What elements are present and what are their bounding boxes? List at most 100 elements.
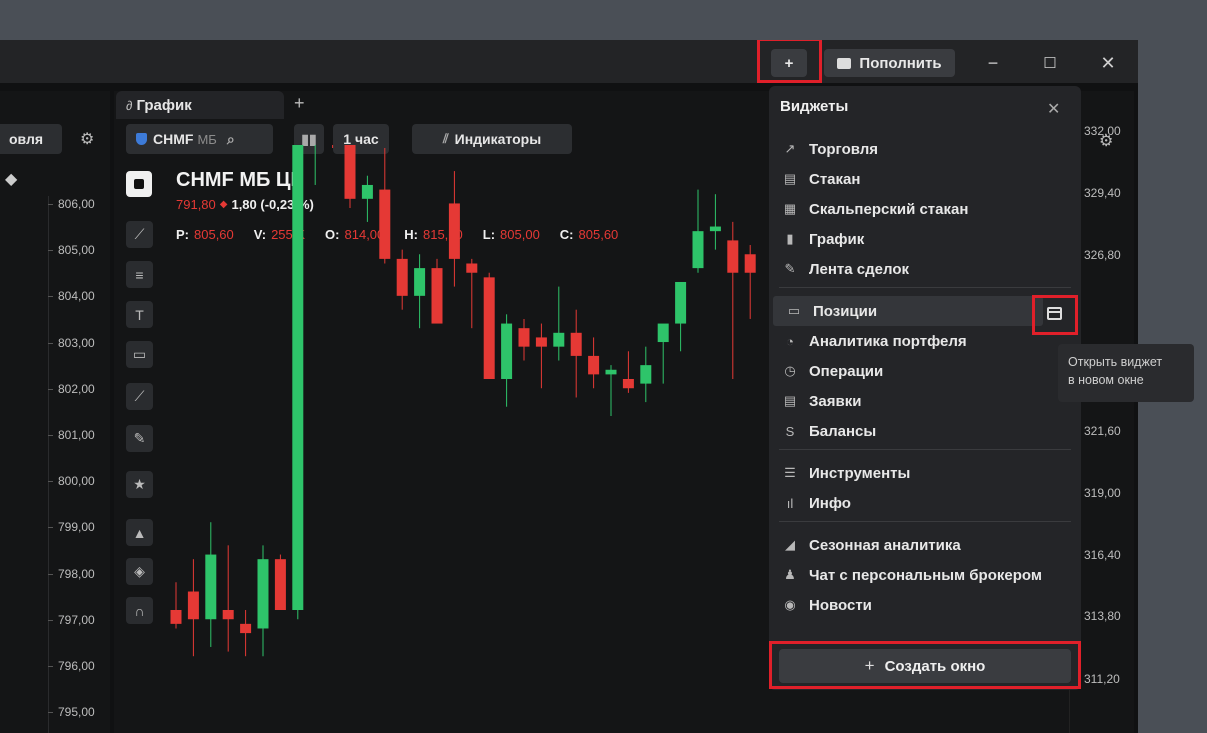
widget-item-label: Позиции (813, 302, 878, 320)
clock-icon: ◷ (784, 363, 796, 378)
widget-item[interactable]: ◔ Аналитика портфеля (769, 326, 1081, 356)
link-icon: ∂ (126, 97, 133, 113)
balance-icon: S (785, 423, 795, 439)
topup-label: Пополнить (859, 54, 942, 72)
eraser-icon[interactable]: ▲ (126, 519, 153, 546)
candle-body (274, 559, 286, 610)
widget-item[interactable]: ☰ Инструменты (769, 458, 1081, 488)
widget-item[interactable]: ◷ Операции (769, 356, 1081, 386)
chart-icon: ▮ (786, 231, 794, 246)
candle-body (292, 145, 304, 610)
widget-item-label: Скальперский стакан (809, 200, 969, 218)
add-tab-button[interactable]: + (294, 93, 314, 115)
widget-item-label: Операции (809, 362, 884, 380)
widget-item[interactable]: ◉ Новости (769, 590, 1081, 620)
gear-icon[interactable]: ⚙ (80, 129, 100, 149)
text-tool-icon[interactable]: T (126, 301, 153, 328)
right-y-tick: 311,20 (1084, 672, 1120, 686)
candlestick-chart[interactable] (160, 145, 770, 733)
left-y-tick-mark (48, 342, 53, 344)
candle-body (170, 610, 182, 624)
widget-item[interactable]: S Балансы (769, 416, 1081, 446)
left-y-tick: 800,00 (58, 474, 95, 489)
widget-item[interactable]: ◢ Сезонная аналитика (769, 530, 1081, 560)
widget-item-label: Заявки (809, 392, 862, 410)
layers-icon[interactable]: ◈ (126, 558, 153, 585)
scalper-icon: ▦ (783, 201, 797, 216)
star-icon[interactable]: ★ (126, 471, 153, 498)
topup-button[interactable]: Пополнить (824, 49, 955, 77)
candle-body (483, 277, 495, 379)
widget-group-separator (779, 521, 1071, 522)
line-tool-icon[interactable]: ⟋ (126, 221, 153, 248)
right-y-tick: 329,40 (1084, 186, 1121, 200)
maximize-button[interactable]: ☐ (1035, 50, 1065, 76)
widget-item[interactable]: ♟ Чат с персональным брокером (769, 560, 1081, 590)
add-widget-button[interactable]: + (771, 49, 807, 77)
widget-item[interactable]: ıl Инфо (769, 488, 1081, 518)
widget-item-label: Балансы (809, 422, 877, 440)
title-bar: + Пополнить − ☐ ✕ (0, 40, 1138, 83)
candle-body (588, 355, 600, 375)
pin-icon[interactable]: ◆ (5, 169, 27, 191)
brush-tool-icon[interactable]: ✎ (126, 425, 153, 452)
candle-body (448, 203, 460, 259)
right-y-tick: 321,60 (1084, 424, 1121, 438)
widget-item-label: Аналитика портфеля (809, 332, 967, 350)
area-chart-icon: ◢ (785, 537, 795, 552)
list-icon: ☰ (784, 465, 796, 480)
left-y-tick: 801,00 (58, 428, 95, 442)
tab-chart[interactable]: ∂ График (116, 91, 284, 119)
candle-body (431, 268, 443, 324)
widget-item[interactable]: ▤ Стакан (769, 164, 1081, 194)
rectangle-tool-icon[interactable]: ▭ (126, 341, 153, 368)
candle-body (640, 365, 652, 384)
magnet-icon[interactable]: ∩ (126, 597, 153, 624)
create-window-label: Создать окно (884, 657, 986, 675)
left-panel-trade-button[interactable]: овля (0, 124, 62, 154)
widget-item-label: Стакан (809, 170, 861, 188)
widget-item-label: Сезонная аналитика (809, 536, 961, 554)
user-icon: ♟ (784, 567, 796, 582)
create-window-button[interactable]: + Создать окно (779, 649, 1071, 683)
widget-item-label: Новости (809, 596, 872, 614)
popup-close-icon[interactable]: ✕ (1047, 99, 1060, 119)
fib-tool-icon[interactable]: ≡ (126, 261, 153, 288)
left-y-tick-mark (48, 666, 53, 667)
candle-body (657, 323, 669, 343)
widget-item[interactable]: ▦ Скальперский стакан (769, 194, 1081, 224)
left-y-tick-mark (48, 204, 53, 205)
minimize-button[interactable]: − (978, 50, 1008, 76)
open-in-new-window-icon[interactable] (1046, 305, 1064, 323)
widget-item[interactable]: ↗ Торговля (769, 134, 1081, 164)
candle-body (727, 240, 739, 273)
candle-body (379, 189, 391, 259)
widget-item-label: Торговля (809, 140, 879, 158)
candle-body (222, 610, 234, 620)
tooltip: Открыть виджет в новом окне (1058, 344, 1194, 402)
left-y-tick: 795,00 (58, 705, 95, 720)
widget-item[interactable]: ▭ Позиции (773, 296, 1043, 326)
close-button[interactable]: ✕ (1093, 50, 1123, 76)
candle-body (518, 328, 530, 347)
candle-body (396, 258, 408, 296)
candle-body (675, 281, 687, 324)
candle-body (240, 623, 252, 634)
candle-body (257, 559, 269, 629)
right-y-tick: 326,80 (1084, 248, 1121, 262)
candle-body (344, 145, 356, 199)
widget-item[interactable]: ▤ Заявки (769, 386, 1081, 416)
left-y-tick-mark (48, 250, 53, 252)
widget-item[interactable]: ▮ График (769, 224, 1081, 254)
widget-item[interactable]: ✎ Лента сделок (769, 254, 1081, 284)
widget-item-label: Чат с персональным брокером (809, 566, 1042, 584)
left-y-tick-mark (48, 435, 53, 436)
orders-icon: ▤ (783, 393, 797, 408)
left-y-tick-mark (48, 712, 53, 714)
candle-body (535, 337, 547, 347)
left-y-tick: 802,00 (58, 381, 95, 396)
right-y-tick: 313,80 (1084, 609, 1121, 623)
candle-body (361, 184, 373, 199)
trend-tool-icon[interactable]: ⟋ (126, 383, 153, 410)
candle-body (709, 226, 721, 232)
